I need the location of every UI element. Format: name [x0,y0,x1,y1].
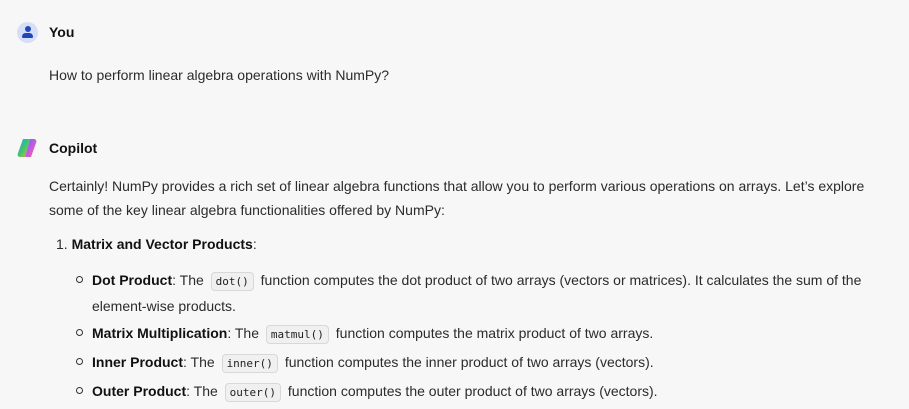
item-term: Outer Product [92,383,187,399]
section-number: 1. [56,236,68,252]
bullet-icon [76,276,83,283]
item-pre: : The [186,383,218,399]
assistant-intro: Certainly! NumPy provides a rich set of … [49,178,865,218]
item-term: Matrix Multiplication [92,325,228,341]
list-item: Outer Product: The outer() function comp… [92,379,892,405]
user-avatar-icon [17,22,38,43]
assistant-name: Copilot [49,140,98,156]
item-text: function computes the inner product of t… [284,354,654,370]
item-text: function computes the matrix product of … [335,325,654,341]
copilot-logo-icon [17,139,37,157]
item-pre: : The [172,272,204,288]
section-title: Matrix and Vector Products [71,236,253,252]
inline-code: matmul() [265,325,329,344]
user-name: You [49,24,75,40]
item-text: function computes the dot product of two… [92,272,862,314]
bullet-icon [76,387,83,394]
user-message: How to perform linear algebra operations… [49,67,390,83]
item-text: function computes the outer product of t… [287,383,658,399]
item-term: Inner Product [92,354,184,370]
inline-code: inner() [221,354,278,373]
item-pre: : The [183,354,215,370]
inline-code: dot() [210,272,254,291]
list-item: Matrix Multiplication: The matmul() func… [92,321,892,347]
list-item: Inner Product: The inner() function comp… [92,350,892,376]
item-term: Dot Product [92,272,173,288]
inline-code: outer() [224,383,282,402]
section-heading: 1. Matrix and Vector Products: [56,232,257,256]
list-item: Dot Product: The dot() function computes… [92,268,892,318]
section-colon: : [252,236,257,252]
item-pre: : The [227,325,259,341]
bullet-icon [76,329,83,336]
bullet-icon [76,358,83,365]
